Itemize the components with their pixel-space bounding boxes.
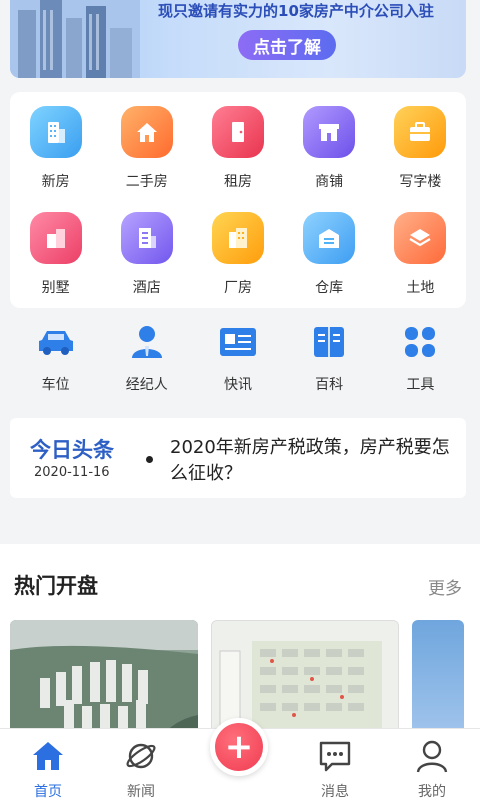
nav-news[interactable]: 新闻 — [93, 729, 189, 800]
category-second-hand[interactable]: 二手房 — [101, 106, 192, 191]
agent-icon — [125, 322, 169, 362]
building-icon — [29, 106, 82, 158]
shop-icon — [303, 106, 356, 158]
warehouse-icon — [303, 212, 356, 264]
learn-more-button[interactable]: 点击了解 — [238, 30, 336, 60]
car-icon — [34, 322, 78, 362]
add-button[interactable]: + — [210, 718, 268, 776]
category-label: 写字楼 — [399, 174, 442, 190]
category-factory[interactable]: 厂房 — [192, 212, 283, 297]
briefcase-icon — [394, 106, 447, 158]
category-label: 别墅 — [41, 280, 70, 296]
category-row-1: 新房 二手房 租房 商铺 写字楼 — [10, 106, 466, 191]
category-label: 新房 — [41, 174, 70, 190]
tools-row: 车位 经纪人 快讯 百科 工具 — [10, 322, 466, 394]
headline-date: 2020-11-16 — [34, 465, 110, 480]
category-villa[interactable]: 别墅 — [10, 212, 101, 297]
nav-label: 我的 — [418, 784, 446, 800]
tool-label: 快讯 — [223, 377, 252, 393]
category-land[interactable]: 土地 — [375, 212, 466, 297]
book-icon — [307, 322, 351, 362]
headline-tag: 今日头条 — [30, 438, 114, 462]
message-icon — [317, 739, 353, 773]
nav-profile[interactable]: 我的 — [384, 729, 480, 800]
nav-label: 消息 — [321, 784, 349, 800]
category-label: 租房 — [223, 174, 252, 190]
tool-label: 经纪人 — [125, 377, 168, 393]
category-label: 厂房 — [223, 280, 252, 296]
newsflash-icon — [216, 322, 260, 362]
category-label: 仓库 — [315, 280, 344, 296]
house-icon — [120, 106, 173, 158]
tool-agent[interactable]: 经纪人 — [101, 322, 192, 394]
category-card: 新房 二手房 租房 商铺 写字楼 别墅 酒店 厂房 仓库 土地 — [10, 92, 466, 308]
nav-label: 新闻 — [127, 784, 155, 800]
category-row-2: 别墅 酒店 厂房 仓库 土地 — [10, 212, 466, 297]
bullet-dot — [146, 456, 153, 463]
door-icon — [211, 106, 264, 158]
headline-news[interactable]: 今日头条 2020-11-16 2020年新房产税政策，房产税要怎么征收？ — [10, 418, 466, 498]
tool-encyclopedia[interactable]: 百科 — [284, 322, 375, 394]
grid-icon — [398, 322, 442, 362]
category-new-house[interactable]: 新房 — [10, 106, 101, 191]
tool-tools[interactable]: 工具 — [375, 322, 466, 394]
category-warehouse[interactable]: 仓库 — [284, 212, 375, 297]
tool-label: 车位 — [41, 377, 70, 393]
factory-icon — [211, 212, 264, 264]
building-photo — [10, 0, 140, 78]
category-label: 二手房 — [125, 174, 168, 190]
nav-messages[interactable]: 消息 — [287, 729, 383, 800]
layers-icon — [394, 212, 447, 264]
planet-icon — [123, 739, 159, 773]
nav-home[interactable]: 首页 — [0, 729, 96, 800]
banner-text: 现只邀请有实力的10家房产中介公司入驻 — [158, 2, 434, 20]
tool-parking[interactable]: 车位 — [10, 322, 101, 394]
category-office[interactable]: 写字楼 — [375, 106, 466, 191]
user-icon — [414, 739, 450, 773]
home-icon — [30, 739, 66, 773]
more-link[interactable]: 更多 — [428, 574, 462, 599]
nav-label: 首页 — [34, 784, 62, 800]
tool-label: 百科 — [315, 377, 344, 393]
category-label: 酒店 — [132, 280, 161, 296]
category-shop[interactable]: 商铺 — [284, 106, 375, 191]
headline-title[interactable]: 2020年新房产税政策，房产税要怎么征收？ — [170, 435, 450, 487]
hotel-icon — [120, 212, 173, 264]
tool-label: 工具 — [406, 377, 435, 393]
tool-newsflash[interactable]: 快讯 — [192, 322, 283, 394]
category-label: 土地 — [406, 280, 435, 296]
category-rent[interactable]: 租房 — [192, 106, 283, 191]
villa-icon — [29, 212, 82, 264]
category-label: 商铺 — [315, 174, 344, 190]
promo-banner[interactable]: 现只邀请有实力的10家房产中介公司入驻 点击了解 — [10, 0, 466, 78]
category-hotel[interactable]: 酒店 — [101, 212, 192, 297]
section-title: 热门开盘 — [14, 574, 98, 598]
